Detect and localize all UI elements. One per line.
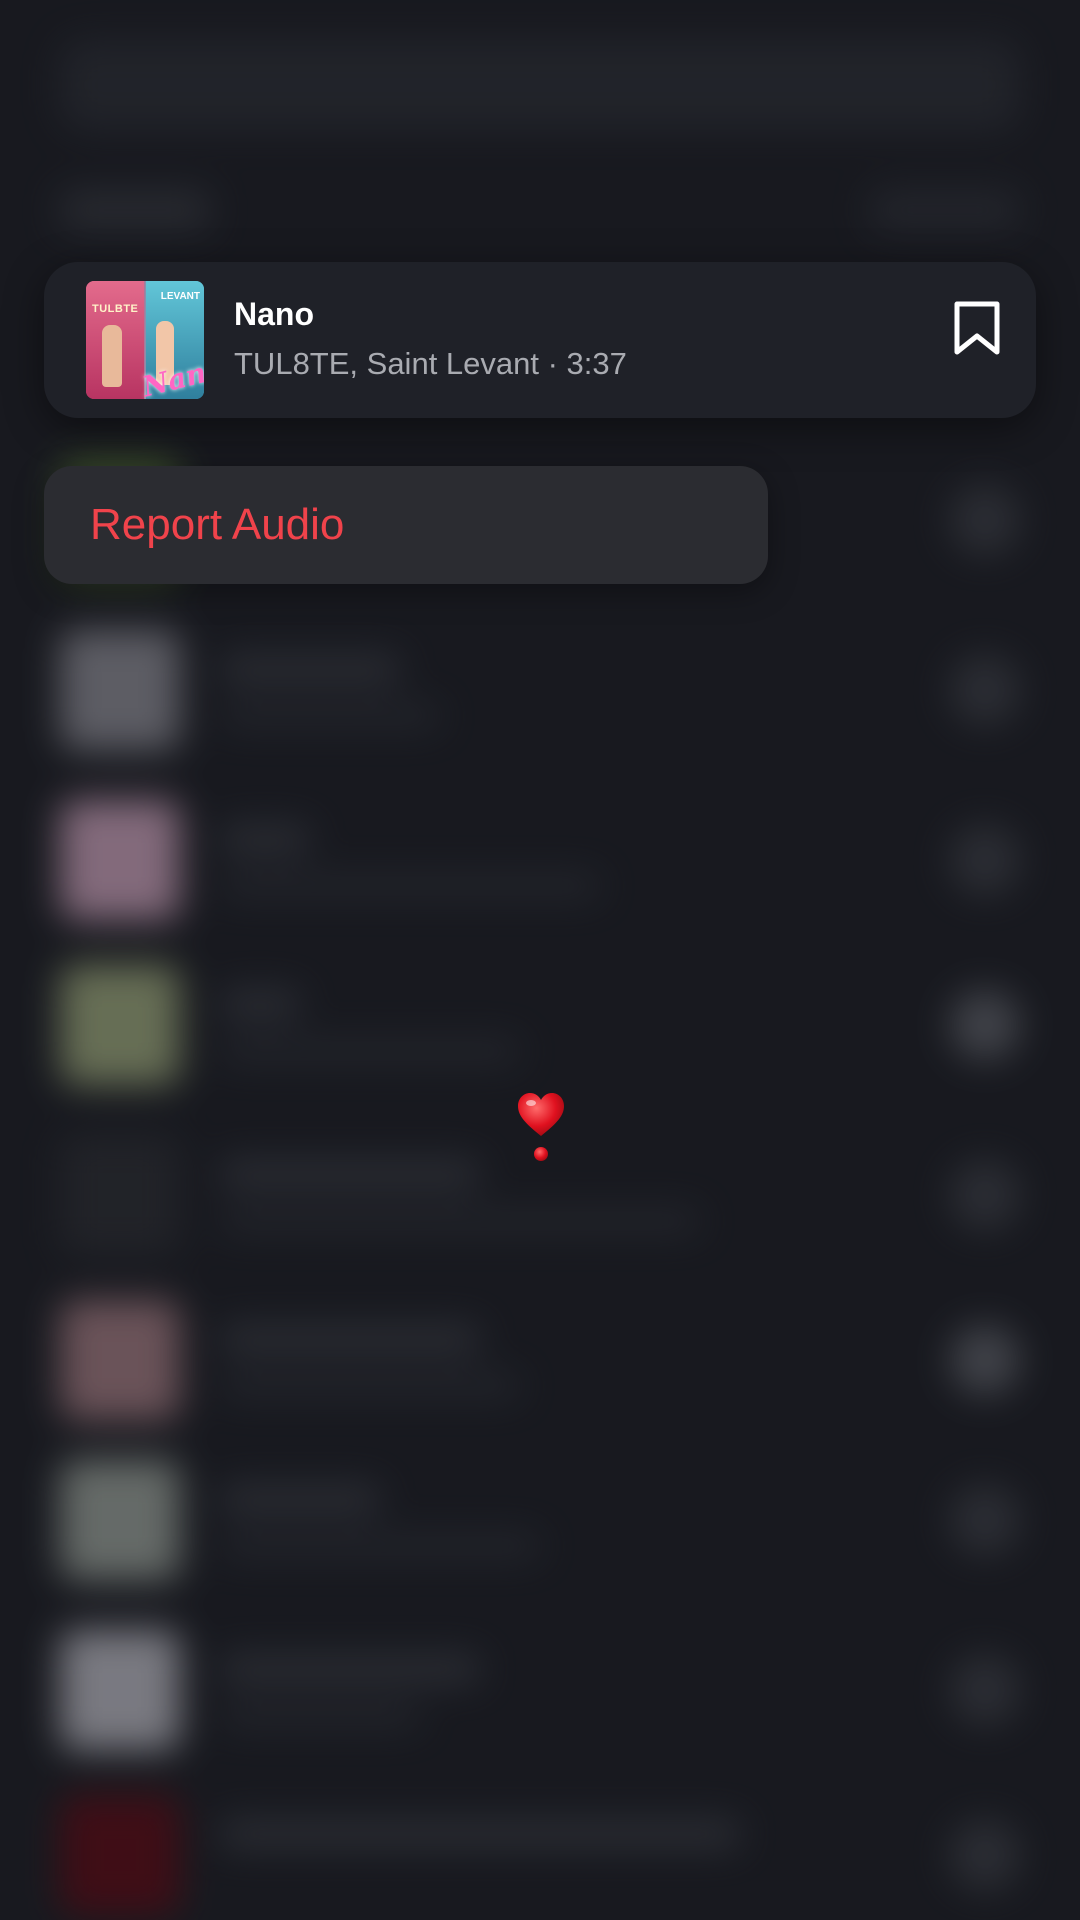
album-cover: TULBTE LEVANT Nano — [86, 281, 204, 399]
cover-label-left: TULBTE — [92, 303, 139, 315]
report-audio-button[interactable]: Report Audio — [44, 466, 768, 584]
track-title: Nano — [234, 296, 314, 332]
cover-label-right: LEVANT — [160, 291, 200, 302]
track-artist-duration: TUL8TE, Saint Levant · 3:37 — [234, 346, 627, 381]
screen: TULBTE LEVANT Nano Nano TUL8TE, Saint Le… — [0, 0, 1080, 1920]
heart-exclamation-icon — [518, 1093, 564, 1161]
bookmark-icon[interactable] — [952, 300, 1002, 358]
track-preview-card[interactable]: TULBTE LEVANT Nano Nano TUL8TE, Saint Le… — [44, 262, 1036, 418]
context-menu: Report Audio — [44, 466, 768, 584]
